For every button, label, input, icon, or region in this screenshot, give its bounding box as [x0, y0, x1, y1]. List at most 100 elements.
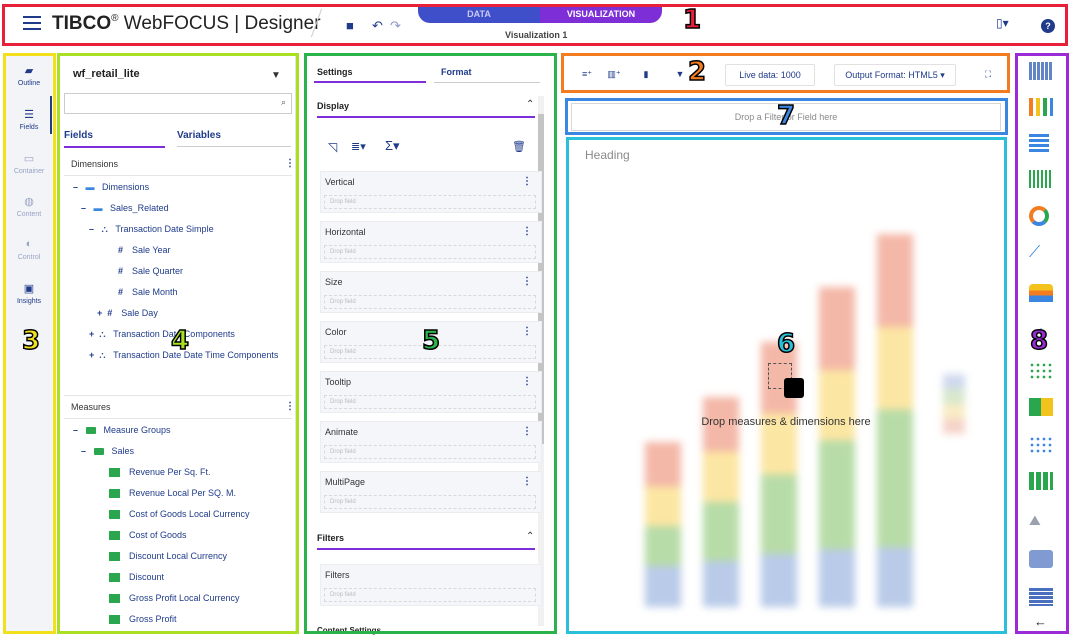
- add-content-icon[interactable]: ≡⁺: [574, 64, 600, 86]
- tree-item[interactable]: Gross Profit Local Currency: [109, 593, 240, 604]
- bar-chart-icon[interactable]: [1029, 98, 1053, 116]
- tree-item[interactable]: # Sale Quarter: [118, 266, 183, 276]
- tree-item[interactable]: Discount: [109, 572, 164, 583]
- collapse-arrow-icon[interactable]: ←: [1034, 614, 1047, 629]
- layout-toggle-icon[interactable]: ▯▾: [996, 16, 1009, 30]
- tree-item[interactable]: Cost of Goods Local Currency: [109, 509, 250, 520]
- measure-icon: [109, 594, 120, 604]
- trash-icon[interactable]: 🗑: [512, 140, 526, 153]
- tree-item[interactable]: Revenue Per Sq. Ft.: [109, 467, 211, 478]
- tree-item[interactable]: Gross Profit: [109, 614, 177, 625]
- dot-plot-icon[interactable]: [1029, 362, 1053, 380]
- treemap-icon[interactable]: [1029, 398, 1053, 416]
- tree-item[interactable]: # Sale Month: [118, 287, 178, 297]
- measure-icon: [109, 573, 120, 583]
- tree-item[interactable]: – ⛬ Transaction Date Simple: [89, 224, 214, 235]
- list-icon: ☰: [24, 109, 34, 121]
- drop-zone: Drop field: [324, 395, 536, 409]
- bookmark-icon[interactable]: ◹: [328, 140, 337, 154]
- page-icon[interactable]: ▮: [633, 64, 659, 86]
- bucket-size[interactable]: Size ⋮ Drop field: [320, 271, 542, 313]
- tab-visualization[interactable]: VISUALIZATION: [540, 5, 662, 23]
- add-chart-icon[interactable]: ▥⁺: [601, 64, 627, 86]
- table-chart-icon[interactable]: [1029, 62, 1053, 80]
- matrix-chart-icon[interactable]: [1029, 588, 1053, 606]
- chevron-up-icon[interactable]: ⌃: [526, 531, 534, 542]
- tree-item[interactable]: – Sales: [81, 446, 134, 456]
- bucket-horizontal[interactable]: Horizontal ⋮ Drop field: [320, 221, 542, 263]
- measure-icon: [109, 552, 120, 562]
- app-brand: TIBCO® WebFOCUS | Designer: [52, 13, 321, 34]
- boxplot-icon[interactable]: [1029, 472, 1053, 490]
- tree-item[interactable]: – ▬ Dimensions: [73, 182, 149, 192]
- drop-zone: Drop field: [324, 245, 536, 259]
- align-menu-icon[interactable]: ≣▾: [351, 140, 366, 153]
- tab-format[interactable]: Format: [441, 67, 472, 77]
- measure-icon: [109, 468, 120, 478]
- search-icon: ⌕: [280, 97, 286, 107]
- tree-item[interactable]: + ⛬ Transaction Date Components: [89, 329, 235, 340]
- bucket-animate[interactable]: Animate ⋮ Drop field: [320, 421, 542, 463]
- bucket-vertical[interactable]: Vertical ⋮ Drop field: [320, 171, 542, 213]
- nav-content[interactable]: ◍ Content: [6, 195, 52, 218]
- tab-fields[interactable]: Fields: [64, 130, 93, 141]
- bucket-multipage[interactable]: MultiPage ⋮ Drop field: [320, 471, 542, 513]
- expand-icon[interactable]: ⛶: [977, 64, 999, 86]
- world-map-icon[interactable]: ⛰: [1029, 512, 1053, 530]
- kebab-menu-icon: ⋮: [522, 476, 532, 487]
- nav-outline[interactable]: ▰ Outline: [6, 64, 52, 87]
- tree-item[interactable]: – ▬ Sales_Related: [81, 203, 169, 213]
- drop-zone: Drop field: [324, 495, 536, 509]
- tree-item[interactable]: Revenue Local Per SQ. M.: [109, 488, 236, 499]
- display-header: Display: [317, 101, 350, 111]
- nav-control[interactable]: ◐ Control: [6, 238, 52, 261]
- tree-item[interactable]: # Sale Year: [118, 245, 171, 255]
- chevron-down-icon[interactable]: ▼: [271, 70, 281, 81]
- nav-insights[interactable]: ▣ Insights: [6, 282, 52, 305]
- tab-settings[interactable]: Settings: [317, 67, 353, 77]
- kebab-menu-icon: ⋮: [522, 226, 532, 237]
- sum-icon[interactable]: Σ▾: [385, 138, 400, 154]
- live-data-button[interactable]: Live data: 1000: [725, 64, 815, 86]
- bucket-tooltip[interactable]: Tooltip ⋮ Drop field: [320, 371, 542, 413]
- divider: [64, 418, 292, 419]
- undo-icon[interactable]: ↶: [372, 18, 383, 34]
- chevron-up-icon[interactable]: ⌃: [526, 99, 534, 110]
- output-format-select[interactable]: Output Format: HTML5 ▾: [834, 64, 956, 86]
- nav-container[interactable]: ▭ Container: [6, 152, 52, 175]
- tab-variables[interactable]: Variables: [177, 130, 221, 141]
- us-map-icon[interactable]: [1029, 550, 1053, 568]
- tab-underline: [64, 146, 165, 148]
- hash-icon: #: [107, 308, 113, 318]
- hash-icon: #: [118, 266, 124, 276]
- histogram-icon[interactable]: [1029, 170, 1053, 188]
- drop-zone: Drop field: [324, 445, 536, 459]
- tree-item[interactable]: Cost of Goods: [109, 530, 187, 541]
- tree-item[interactable]: Discount Local Currency: [109, 551, 227, 562]
- insights-icon: ▣: [23, 283, 35, 295]
- save-icon[interactable]: ■: [346, 18, 354, 33]
- bucket-filters[interactable]: Filters Drop field: [320, 564, 542, 606]
- donut-chart-icon[interactable]: [1029, 206, 1049, 226]
- tab-data[interactable]: DATA: [418, 5, 540, 23]
- kebab-menu-icon[interactable]: ⋮: [285, 401, 295, 412]
- help-button[interactable]: ?: [1041, 19, 1055, 33]
- bubble-chart-icon[interactable]: [1029, 436, 1053, 454]
- hamburger-menu-icon[interactable]: [23, 16, 41, 30]
- search-input[interactable]: ⌕: [64, 93, 292, 114]
- divider: [64, 175, 292, 176]
- line-chart-icon[interactable]: ⟋: [1029, 244, 1053, 262]
- heading-placeholder[interactable]: Heading: [585, 148, 630, 162]
- kebab-menu-icon[interactable]: ⋮: [285, 158, 295, 169]
- data-source-name[interactable]: wf_retail_lite: [73, 68, 140, 80]
- redo-icon[interactable]: ↷: [390, 18, 401, 34]
- area-chart-icon[interactable]: [1029, 284, 1053, 302]
- nav-fields[interactable]: ☰ Fields: [6, 108, 52, 131]
- tree-item[interactable]: + # Sale Day: [97, 308, 158, 318]
- kebab-menu-icon: ⋮: [522, 276, 532, 287]
- horizontal-bar-icon[interactable]: [1029, 134, 1049, 152]
- preview-bar: [645, 442, 681, 607]
- drop-zone: Drop field: [324, 195, 536, 209]
- visualization-canvas[interactable]: Heading Drop measures & dimensions here: [571, 142, 1001, 634]
- tree-item[interactable]: – Measure Groups: [73, 425, 171, 435]
